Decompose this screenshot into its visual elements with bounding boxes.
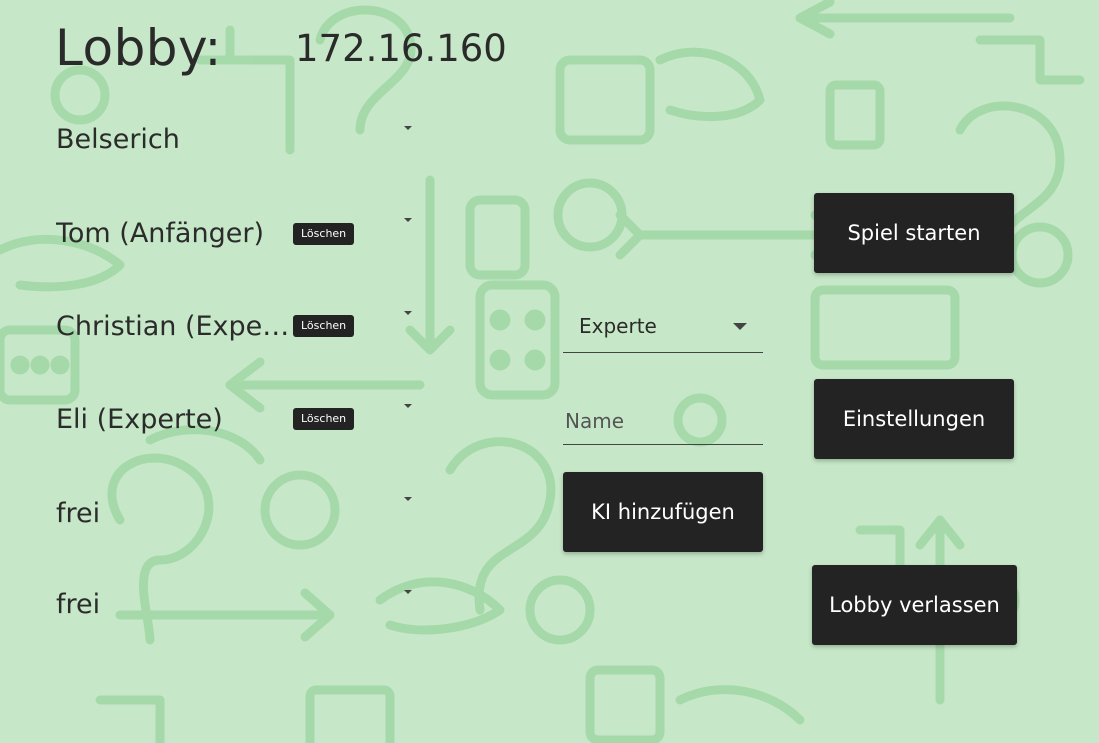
- player-slot-5-name: frei: [56, 498, 101, 529]
- caret-down-icon[interactable]: [404, 218, 412, 222]
- caret-down-icon[interactable]: [404, 497, 412, 501]
- start-game-button[interactable]: Spiel starten: [814, 193, 1014, 273]
- caret-down-icon[interactable]: [404, 126, 412, 130]
- settings-button[interactable]: Einstellungen: [814, 379, 1014, 459]
- player-slot-6-name: frei: [56, 589, 101, 620]
- player-slot-4-name: Eli (Experte): [56, 404, 223, 435]
- delete-player-button[interactable]: Löschen: [293, 315, 355, 337]
- player-slot-1-name: Belserich: [56, 124, 180, 155]
- player-slot-2-name: Tom (Anfänger): [56, 218, 264, 249]
- leave-lobby-button[interactable]: Lobby verlassen: [812, 565, 1017, 645]
- page-title: Lobby:: [55, 19, 222, 77]
- caret-down-icon[interactable]: [404, 404, 412, 408]
- delete-player-button[interactable]: Löschen: [293, 223, 355, 245]
- ai-difficulty-value: Experte: [579, 314, 657, 338]
- delete-player-button[interactable]: Löschen: [293, 408, 355, 430]
- player-slot-3-name: Christian (Experte): [56, 311, 290, 342]
- add-ai-button[interactable]: KI hinzufügen: [563, 472, 763, 552]
- ai-difficulty-select[interactable]: Experte: [563, 308, 763, 353]
- caret-down-icon[interactable]: [404, 590, 412, 594]
- lobby-ip-address: 172.16.160: [295, 27, 507, 70]
- triangle-down-icon: [733, 323, 747, 330]
- caret-down-icon[interactable]: [404, 311, 412, 315]
- ai-name-input[interactable]: [563, 398, 763, 445]
